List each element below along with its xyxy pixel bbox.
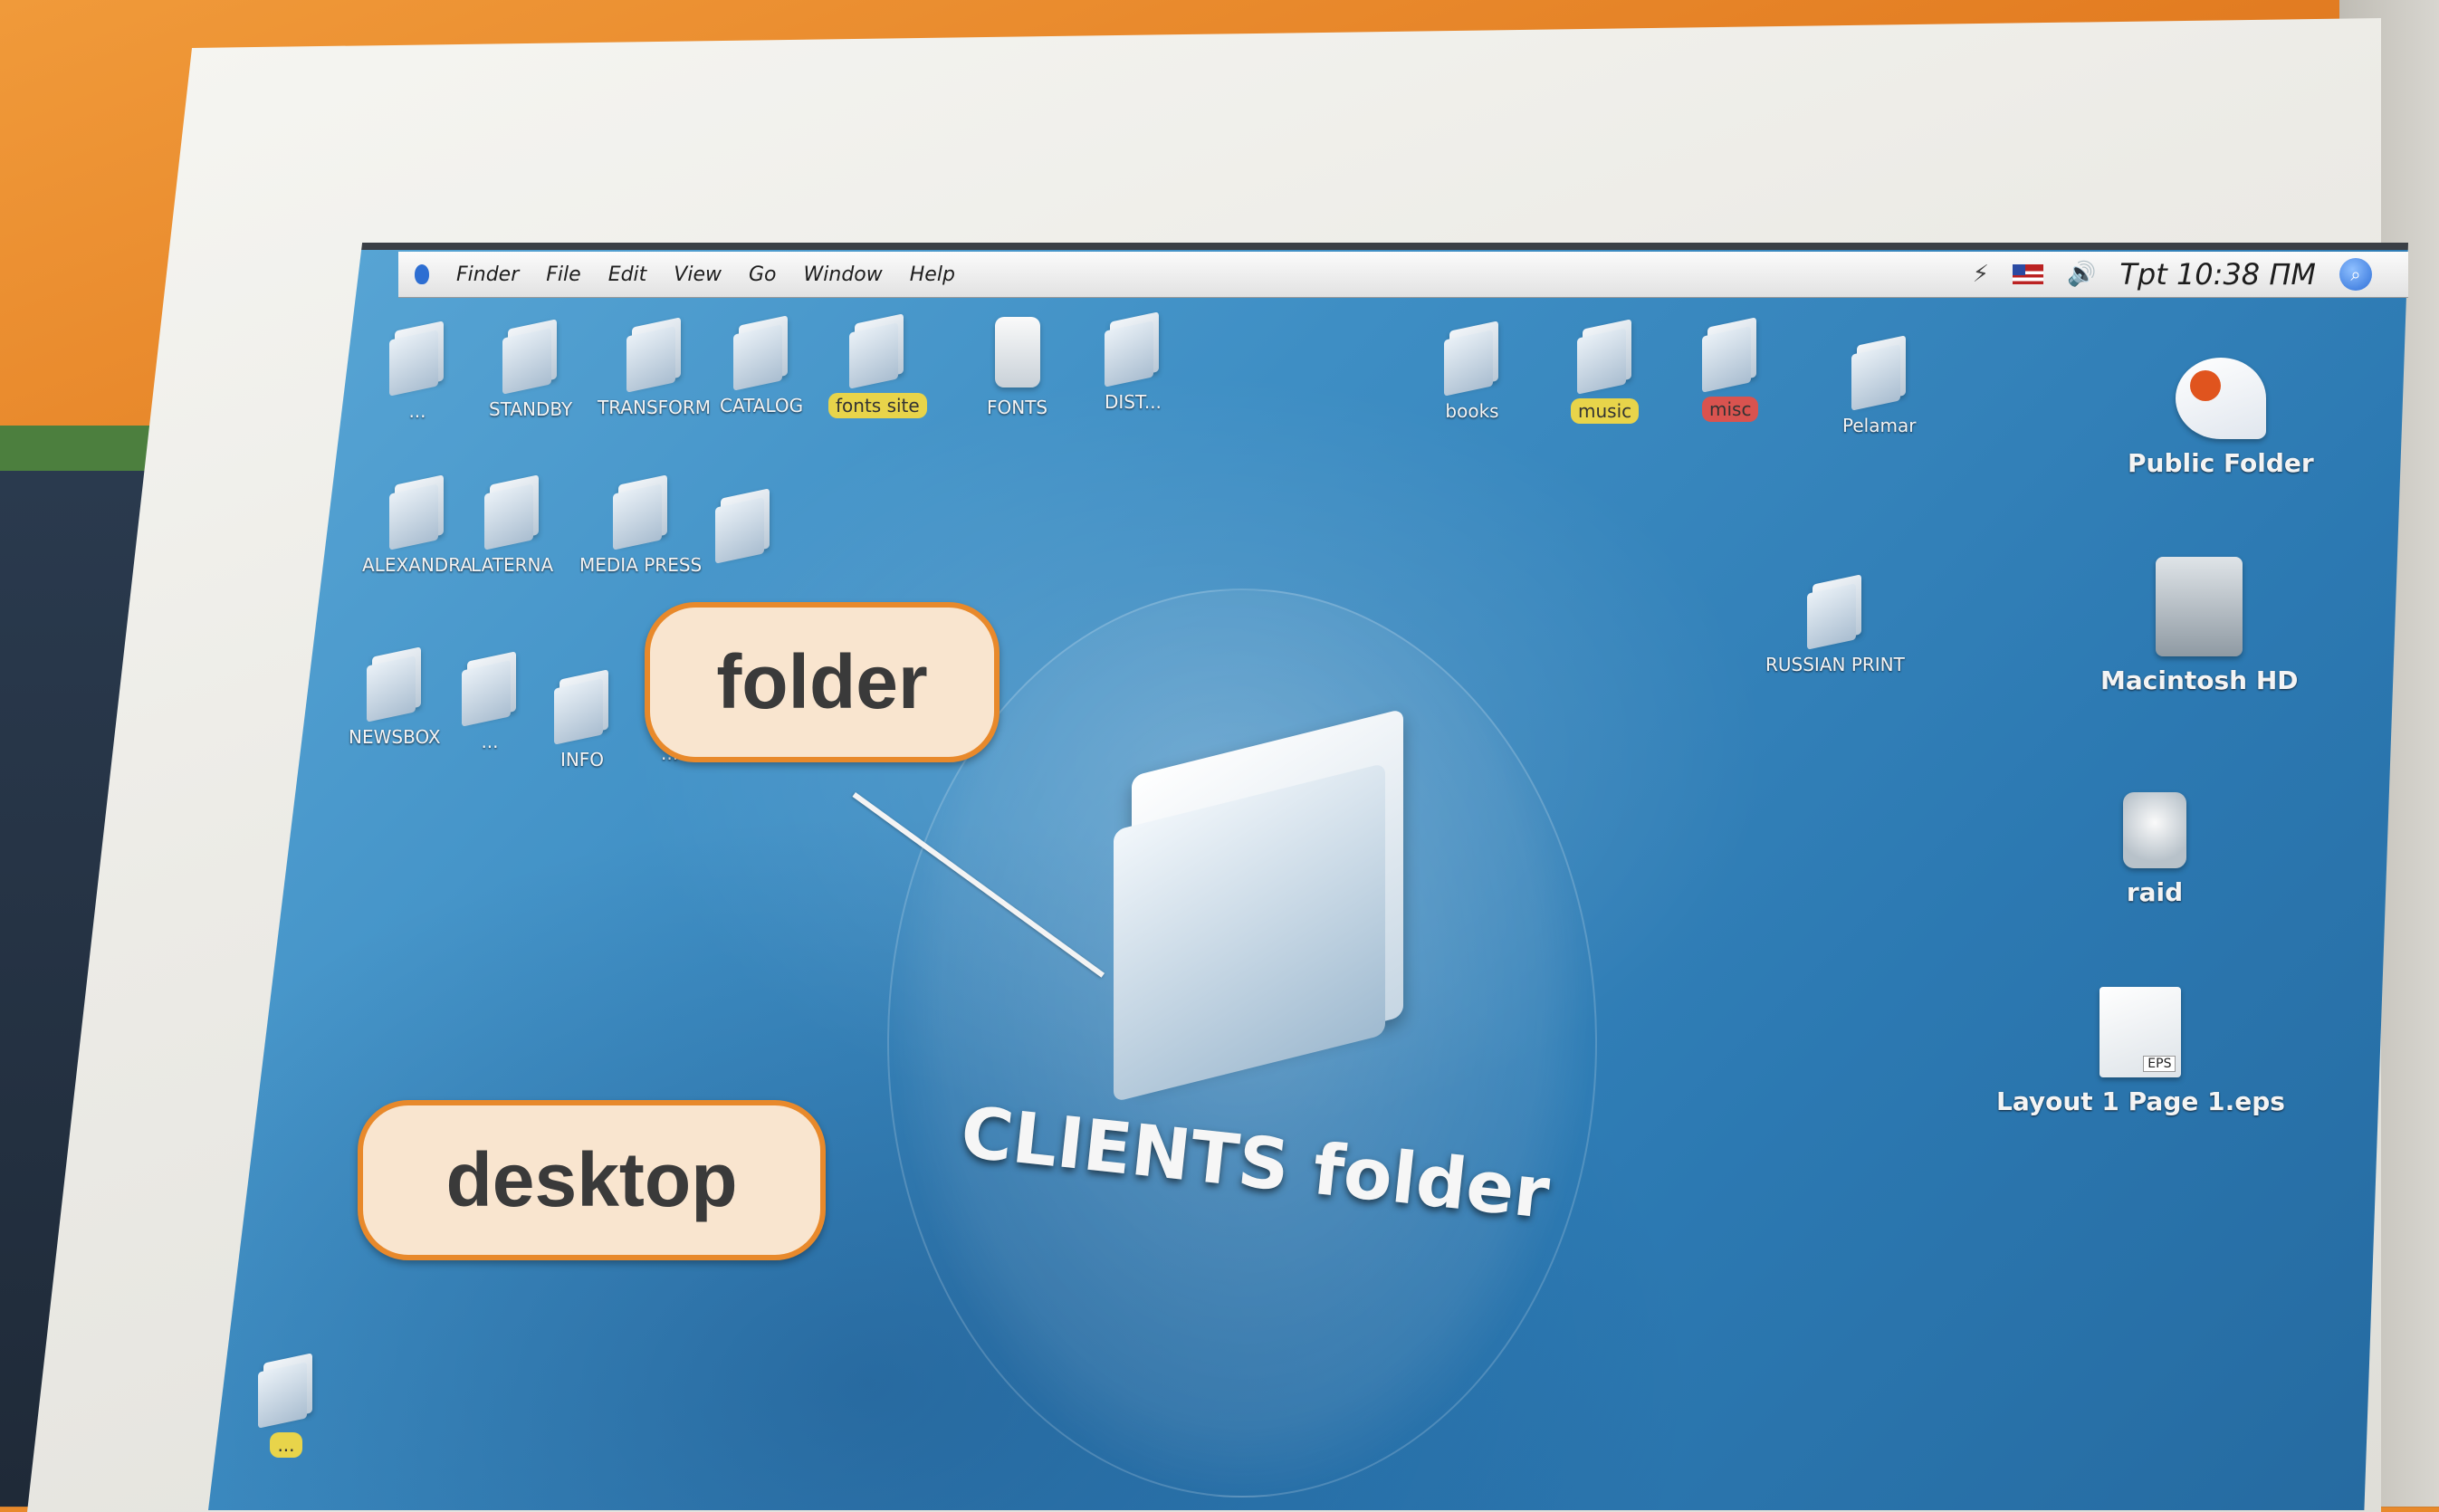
desktop-folder[interactable]: Pelamar xyxy=(1842,335,1917,436)
fonts-app-icon xyxy=(994,317,1040,388)
menu-help[interactable]: Help xyxy=(910,263,955,286)
folder-label: RUSSIAN PRINT xyxy=(1765,654,1905,675)
folder-icon xyxy=(1105,311,1161,388)
desktop-folder[interactable]: fonts site xyxy=(828,313,927,418)
app-label: FONTS xyxy=(987,397,1048,418)
folder-icon xyxy=(1851,335,1908,411)
desktop-folder[interactable] xyxy=(715,488,771,564)
desktop-raid-volume[interactable]: raid xyxy=(2123,792,2186,907)
folder-label: ALEXANDRA xyxy=(362,554,473,576)
folder-icon xyxy=(1444,321,1500,397)
folder-icon xyxy=(389,321,445,397)
folder-label: ... xyxy=(270,1432,302,1458)
desktop-folder[interactable]: TRANSFORM xyxy=(598,317,712,418)
folder-icon xyxy=(366,646,423,723)
menu-window[interactable]: Window xyxy=(804,263,883,286)
menu-clock[interactable]: Tpt 10:38 ΠM xyxy=(2119,257,2316,292)
desktop-folder[interactable]: music xyxy=(1571,319,1640,424)
volume-icon[interactable]: 🔊 xyxy=(2067,261,2096,288)
folder-label: LATERNA xyxy=(471,554,554,576)
desktop-folder[interactable]: STANDBY xyxy=(489,319,573,420)
folder-icon xyxy=(733,315,789,391)
folder-label: fonts site xyxy=(828,393,927,418)
disk-icon xyxy=(2123,792,2186,868)
folder-label: CATALOG xyxy=(720,395,804,416)
menu-edit[interactable]: Edit xyxy=(608,263,647,286)
folder-label: DIST... xyxy=(1105,391,1162,413)
menu-finder[interactable]: Finder xyxy=(456,263,519,286)
folder-label: INFO xyxy=(560,749,605,770)
folder-label: music xyxy=(1571,398,1640,424)
folder-icon xyxy=(849,313,905,389)
folder-label: STANDBY xyxy=(489,398,573,420)
folder-icon xyxy=(388,474,445,550)
desktop-eps-file[interactable]: EPS Layout 1 Page 1.eps xyxy=(1996,987,2285,1116)
raid-label: raid xyxy=(2126,877,2184,907)
spotlight-search-icon[interactable]: ⌕ xyxy=(2339,258,2372,291)
hard-drive-label: Macintosh HD xyxy=(2100,665,2299,695)
folder-icon xyxy=(258,1353,314,1429)
folder-icon xyxy=(715,488,771,564)
menu-view[interactable]: View xyxy=(674,263,722,286)
desktop-folder[interactable]: MEDIA PRESS xyxy=(579,474,703,576)
desktop-folder[interactable]: RUSSIAN PRINT xyxy=(1765,574,1905,675)
desktop-folder[interactable]: INFO xyxy=(554,669,610,770)
folder-label: Pelamar xyxy=(1842,415,1917,436)
menu-go[interactable]: Go xyxy=(749,263,777,286)
folder-label: ... xyxy=(408,400,426,422)
folder-icon xyxy=(1702,317,1758,393)
desktop-folder[interactable]: misc xyxy=(1702,317,1759,422)
desktop-folder[interactable]: CATALOG xyxy=(720,315,804,416)
input-language-flag-icon[interactable] xyxy=(2012,264,2043,284)
folder-icon xyxy=(502,319,559,395)
desktop-folder[interactable]: books xyxy=(1444,321,1500,422)
callout-desktop: desktop xyxy=(358,1100,826,1260)
folder-icon xyxy=(462,651,518,727)
desktop-folder[interactable]: DIST... xyxy=(1105,311,1162,413)
folder-icon xyxy=(1806,574,1863,650)
desktop-folder[interactable]: NEWSBOX xyxy=(349,646,441,748)
folder-label: NEWSBOX xyxy=(349,726,441,748)
folder-icon xyxy=(1576,319,1633,395)
folder-label: MEDIA PRESS xyxy=(579,554,703,576)
desktop-hard-drive[interactable]: Macintosh HD xyxy=(2100,557,2299,695)
clients-folder-icon[interactable] xyxy=(1114,708,1412,1103)
folder-label: books xyxy=(1445,400,1499,422)
public-folder-icon xyxy=(2175,358,2266,439)
desktop-folder[interactable]: ... xyxy=(258,1353,314,1458)
folder-icon xyxy=(612,474,669,550)
desktop-fonts-app[interactable]: FONTS xyxy=(987,317,1047,418)
folder-icon xyxy=(483,474,540,550)
hard-drive-icon xyxy=(2156,557,2243,656)
desktop-folder[interactable]: ALEXANDRA xyxy=(362,474,473,576)
desktop-folder[interactable]: ... xyxy=(462,651,518,752)
desktop-folder[interactable]: LATERNA xyxy=(471,474,554,576)
callout-folder: folder xyxy=(645,602,1000,762)
folder-icon xyxy=(626,317,683,393)
folder-label: TRANSFORM xyxy=(598,397,712,418)
network-icon[interactable]: ⚡ xyxy=(1973,261,1989,288)
folder-label: misc xyxy=(1702,397,1759,422)
desktop-folder[interactable]: ... xyxy=(389,321,445,422)
desktop-public-folder[interactable]: Public Folder xyxy=(2128,358,2314,478)
menu-file[interactable]: File xyxy=(546,263,580,286)
apple-menu-icon[interactable] xyxy=(415,264,429,284)
eps-file-icon: EPS xyxy=(2099,987,2182,1077)
menu-bar: Finder File Edit View Go Window Help ⚡ 🔊… xyxy=(398,252,2408,298)
folder-icon xyxy=(554,669,610,745)
folder-label: ... xyxy=(481,731,499,752)
eps-file-label: Layout 1 Page 1.eps xyxy=(1996,1086,2285,1116)
public-folder-label: Public Folder xyxy=(2128,448,2314,478)
